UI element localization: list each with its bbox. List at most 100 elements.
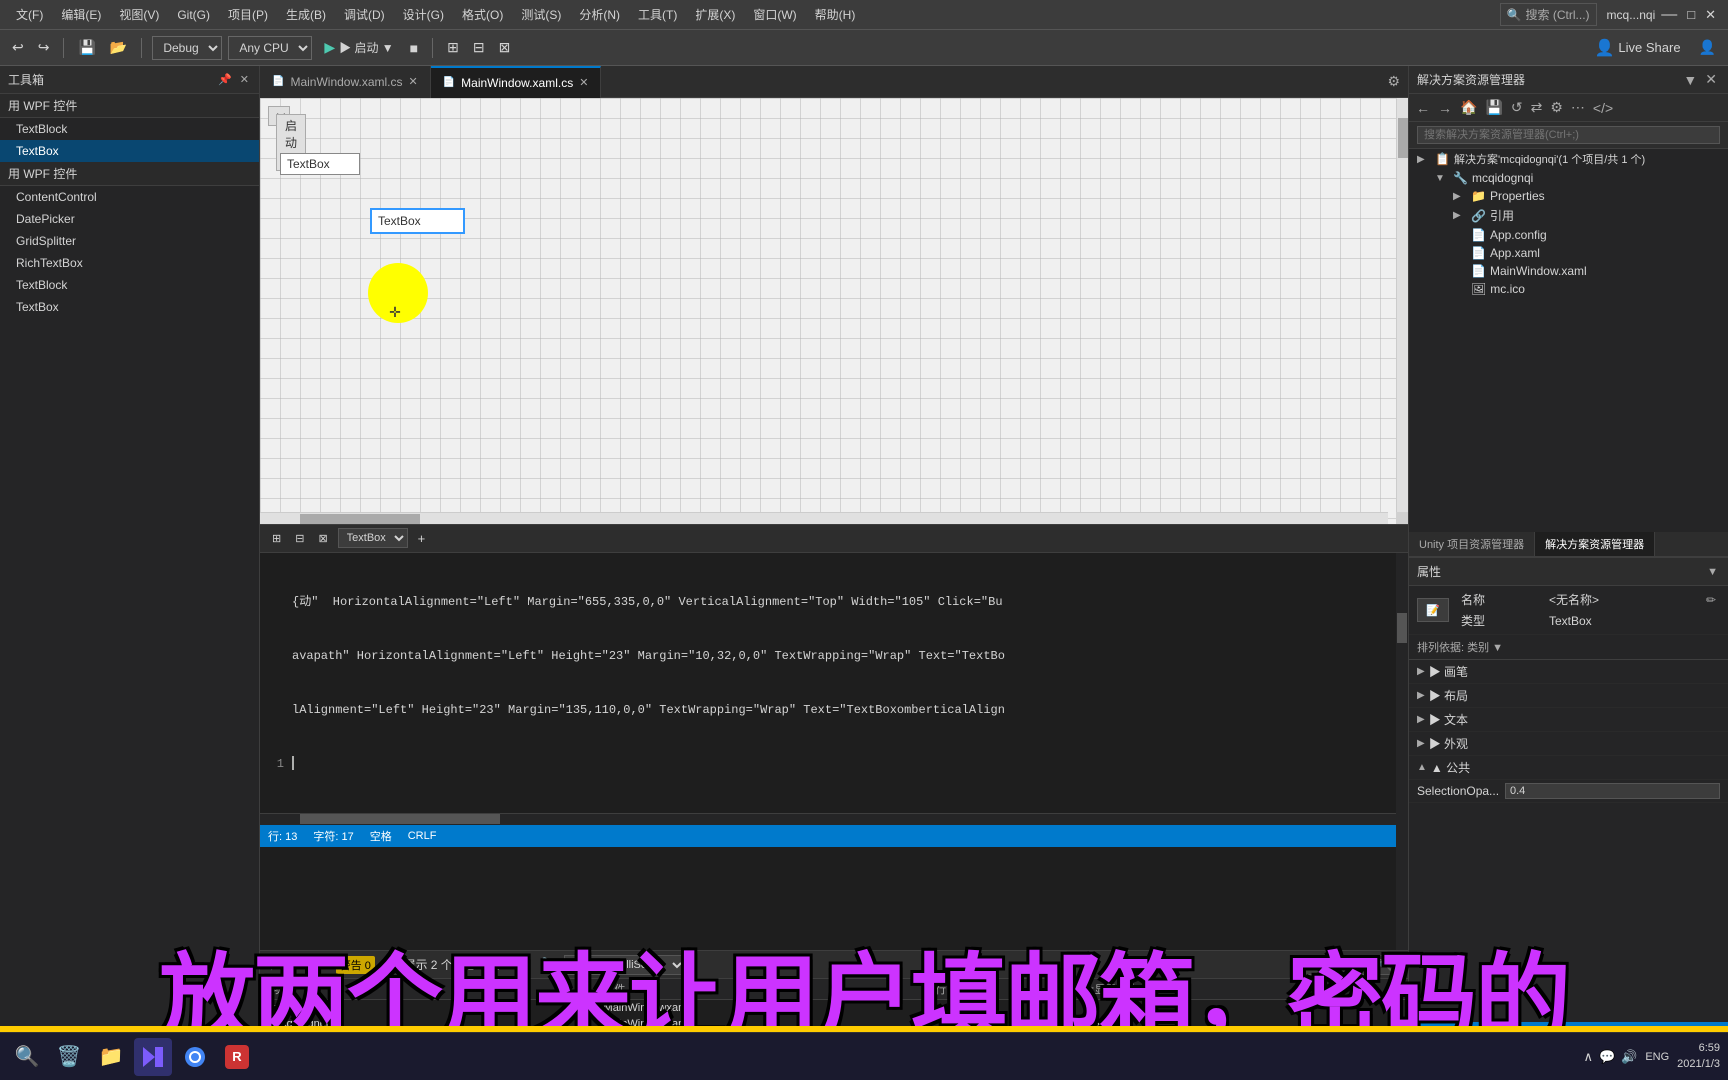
sol-home-btn[interactable]: 🏠 xyxy=(1457,97,1480,118)
window-maximize-btn[interactable]: □ xyxy=(1683,5,1699,24)
info-item[interactable]: ℹ 展示 2 个消息中的 0 个 xyxy=(389,954,532,975)
sys-volume-icon[interactable]: 🔊 xyxy=(1621,1049,1637,1065)
code-add-btn[interactable]: + xyxy=(414,529,430,548)
props-section-common[interactable]: ▲ ▲ 公共 xyxy=(1409,756,1728,780)
sol-sync-btn[interactable]: ⇄ xyxy=(1528,97,1546,118)
toolbox-item-textbox-2[interactable]: TextBox xyxy=(0,296,259,318)
sol-expand-btn[interactable]: ▼ xyxy=(1680,69,1700,90)
panel-close-btn-2[interactable]: ✕ xyxy=(294,958,307,971)
menu-help[interactable]: 帮助(H) xyxy=(807,4,864,25)
taskbar-files[interactable]: 🗑️ xyxy=(50,1038,88,1076)
menu-search-box[interactable]: 🔍 搜索 (Ctrl...) xyxy=(1500,3,1597,26)
code-scrollbar-h[interactable] xyxy=(260,813,1408,825)
properties-expand-btn[interactable]: ▼ xyxy=(1705,566,1720,578)
build-dropdown[interactable]: 生成 + IntelliSense xyxy=(564,955,686,975)
tree-mcico[interactable]: ▶ 🖼 mc.ico xyxy=(1409,280,1728,298)
tree-properties[interactable]: ▶ 📁 Properties xyxy=(1409,187,1728,205)
toolbar-misc-2[interactable]: ⊟ xyxy=(469,37,489,58)
menu-design[interactable]: 设计(G) xyxy=(395,4,452,25)
menu-tools[interactable]: 工具(T) xyxy=(630,4,685,25)
toolbox-item-textblock-1[interactable]: TextBlock xyxy=(0,118,259,140)
code-h-scroll-thumb[interactable] xyxy=(300,814,500,824)
toolbox-item-textbox-1[interactable]: TextBox xyxy=(0,140,259,162)
account-btn[interactable]: 👤 xyxy=(1695,37,1720,58)
tree-solution[interactable]: ▶ 📋 解决方案'mcqidognqi'(1 个项目/共 1 个) xyxy=(1409,149,1728,169)
sol-back-btn[interactable]: ← xyxy=(1413,98,1433,118)
menu-window[interactable]: 窗口(W) xyxy=(745,4,804,25)
bottom-search-box[interactable]: 搜索错误列表 🔍 xyxy=(1301,955,1400,975)
window-minimize-btn[interactable]: — xyxy=(1657,4,1681,26)
sol-save-btn[interactable]: 💾 xyxy=(1482,97,1505,118)
redo-btn[interactable]: ↪ xyxy=(34,37,54,58)
menu-build[interactable]: 生成(B) xyxy=(278,4,334,25)
debug-config-dropdown[interactable]: Debug xyxy=(152,36,222,60)
h-scroll-thumb[interactable] xyxy=(300,514,420,524)
panel-close-btn[interactable]: ✕ xyxy=(238,73,251,86)
toolbox-item-contentcontrol[interactable]: ContentControl xyxy=(0,186,259,208)
code-view-btn[interactable]: ⊞ xyxy=(268,530,285,547)
taskbar-purple[interactable]: R xyxy=(218,1038,256,1076)
sol-source-btn[interactable]: </> xyxy=(1590,98,1616,118)
taskbar-search[interactable]: 🔍 xyxy=(8,1038,46,1076)
tab-mainwindow[interactable]: 📄 MainWindow.xaml.cs ✕ xyxy=(431,66,602,98)
sys-message-icon[interactable]: 💬 xyxy=(1599,1049,1615,1065)
menu-format[interactable]: 格式(O) xyxy=(454,4,511,25)
tree-references[interactable]: ▶ 🔗 引用 xyxy=(1409,205,1728,226)
code-v-scroll-thumb[interactable] xyxy=(1397,613,1407,643)
window-close-btn[interactable]: ✕ xyxy=(1701,5,1720,25)
sol-forward-btn[interactable]: → xyxy=(1435,98,1455,118)
name-edit-btn[interactable]: ✏ xyxy=(1706,593,1716,607)
menu-debug[interactable]: 调试(D) xyxy=(336,4,393,25)
tree-project[interactable]: ▼ 🔧 mcqidognqi xyxy=(1409,169,1728,187)
taskbar-chrome[interactable] xyxy=(176,1038,214,1076)
toolbar-misc-3[interactable]: ⊠ xyxy=(495,37,515,58)
props-section-layout[interactable]: ▶ ▶ 布局 xyxy=(1409,684,1728,708)
code-source-btn[interactable]: ⊠ xyxy=(314,530,331,547)
live-share-button[interactable]: 👤 Live Share xyxy=(1586,36,1688,60)
props-section-text[interactable]: ▶ ▶ 文本 xyxy=(1409,708,1728,732)
menu-analyze[interactable]: 分析(N) xyxy=(571,4,628,25)
tab-inactive[interactable]: 📄 MainWindow.xaml.cs ✕ xyxy=(260,66,431,98)
tab-close-btn[interactable]: ✕ xyxy=(579,76,588,89)
menu-git[interactable]: Git(G) xyxy=(169,6,218,24)
canvas-scrollbar-horizontal[interactable] xyxy=(260,512,1388,524)
toolbox-section-2[interactable]: 用 WPF 控件 xyxy=(0,162,259,186)
menu-project[interactable]: 项目(P) xyxy=(220,4,276,25)
panel-pin-btn[interactable]: 📌 xyxy=(216,73,234,86)
code-element-dropdown[interactable]: TextBox xyxy=(338,528,408,548)
sol-settings-btn[interactable]: ⚙ xyxy=(1547,97,1566,118)
toolbox-section-1[interactable]: 用 WPF 控件 xyxy=(0,94,259,118)
textbox-control-1[interactable]: TextBox xyxy=(280,153,360,175)
menu-edit[interactable]: 编辑(E) xyxy=(53,4,109,25)
toolbox-item-textblock-2[interactable]: TextBlock xyxy=(0,274,259,296)
undo-btn[interactable]: ↩ xyxy=(8,37,28,58)
run-button[interactable]: ▶ ▶ 启动 ▼ xyxy=(318,37,399,58)
table-row[interactable]: mcqidognqi MainWindowxaml xyxy=(260,1000,1408,1016)
sol-more-btn[interactable]: ⋯ xyxy=(1568,97,1588,118)
cpu-config-dropdown[interactable]: Any CPU xyxy=(228,36,312,60)
sol-close-btn[interactable]: ✕ xyxy=(1702,69,1720,90)
tree-mainwindow[interactable]: ▶ 📄 MainWindow.xaml xyxy=(1409,262,1728,280)
sys-expand-icon[interactable]: ∧ xyxy=(1583,1049,1593,1065)
tree-appxaml[interactable]: ▶ 📄 App.xaml xyxy=(1409,244,1728,262)
selectionopa-input[interactable] xyxy=(1505,783,1720,799)
toolbox-item-gridsplitter[interactable]: GridSplitter xyxy=(0,230,259,252)
menu-test[interactable]: 测试(S) xyxy=(513,4,569,25)
tab-solution-explorer[interactable]: 解决方案资源管理器 xyxy=(1535,532,1655,556)
save-btn[interactable]: 💾 xyxy=(74,37,99,58)
v-scroll-thumb[interactable] xyxy=(1398,118,1408,158)
menu-extensions[interactable]: 扩展(X) xyxy=(687,4,743,25)
textbox-control-2[interactable]: TextBox xyxy=(370,208,465,234)
warning-item[interactable]: ⚠ 警告 0 xyxy=(315,954,381,976)
code-split-btn[interactable]: ⊟ xyxy=(291,530,308,547)
code-scrollbar-v[interactable] xyxy=(1396,553,1408,951)
toolbox-item-datepicker[interactable]: DatePicker xyxy=(0,208,259,230)
canvas-scrollbar-vertical[interactable] xyxy=(1396,98,1408,512)
tree-appconfig[interactable]: ▶ 📄 App.config xyxy=(1409,226,1728,244)
move-cursor-icon[interactable]: ✛ xyxy=(386,303,404,321)
taskbar-vs[interactable] xyxy=(134,1038,172,1076)
props-section-brushes[interactable]: ▶ ▶ 画笔 xyxy=(1409,660,1728,684)
toolbar-misc-1[interactable]: ⊞ xyxy=(443,37,463,58)
tab-unity[interactable]: Unity 项目资源管理器 xyxy=(1409,532,1535,556)
solution-search-input[interactable] xyxy=(1417,126,1720,144)
